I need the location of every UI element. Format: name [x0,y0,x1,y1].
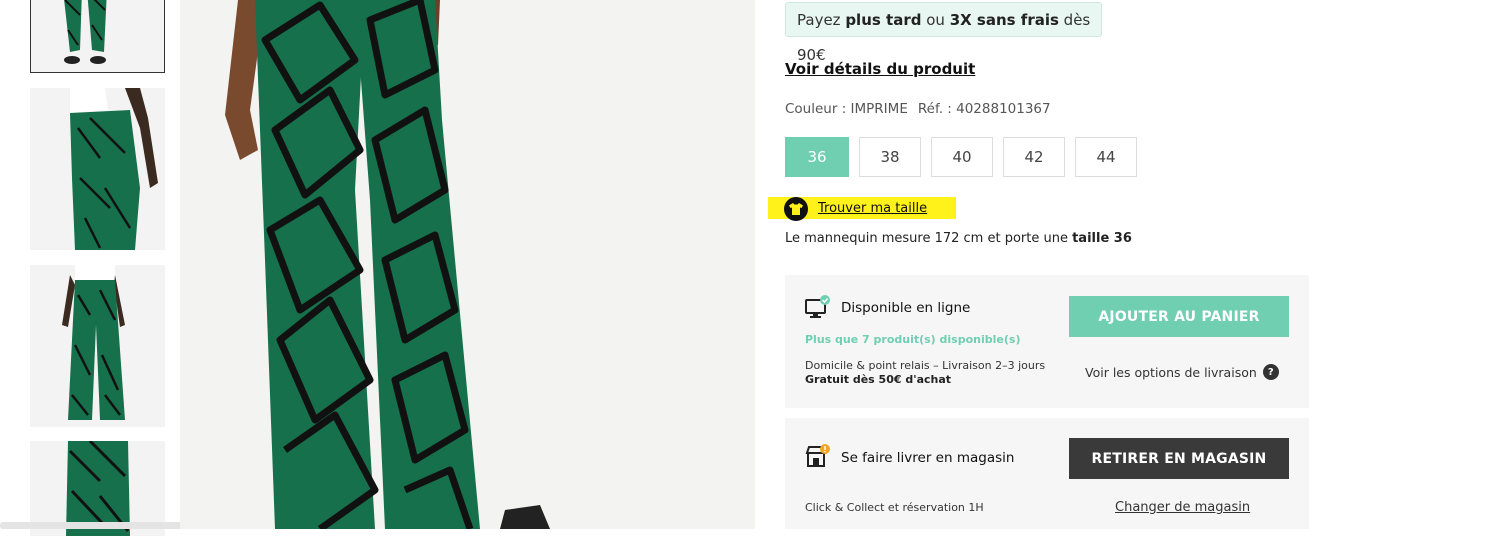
size-option[interactable]: 42 [1003,137,1065,177]
pants-thumbnail-image [30,88,165,250]
pay-later-banner: Payez plus tard ou 3X sans frais dès 90€ [785,2,1102,64]
delivery-options-label: Voir les options de livraison [1085,364,1257,380]
delivery-options-link[interactable]: Voir les options de livraison ? [1085,364,1279,380]
click-collect-info: Click & Collect et réservation 1H [805,501,984,514]
main-product-image[interactable] [180,0,755,529]
online-availability-title: Disponible en ligne [841,300,971,316]
pants-thumbnail-image [30,0,165,73]
store-icon [805,444,831,474]
pay-later-bold2: 3X sans frais [949,11,1059,29]
computer-check-icon [805,295,831,323]
size-option[interactable]: 38 [859,137,921,177]
delivery-line: Domicile & point relais – Livraison 2–3 … [805,359,1046,372]
thumbnail-side[interactable] [30,88,165,250]
find-my-size-link[interactable]: Trouver ma taille [768,197,956,221]
size-option[interactable]: 36 [785,137,849,177]
product-reference-line: Couleur : IMPRIME Réf. : 40288101367 [785,101,1051,117]
color-label: Couleur : IMPRIME [785,101,908,117]
add-to-cart-button[interactable]: AJOUTER AU PANIER [1069,296,1289,337]
free-shipping-line: Gratuit dès 50€ d'achat [805,373,952,386]
pay-later-text-mid: ou [921,11,950,29]
change-store-link[interactable]: Changer de magasin [1115,500,1250,515]
reference-label: Réf. : 40288101367 [917,101,1051,117]
pay-later-text: Payez [797,11,846,29]
store-pickup-title: Se faire livrer en magasin [841,450,1015,466]
pickup-in-store-button[interactable]: RETIRER EN MAGASIN [1069,438,1289,479]
thumbnail-back[interactable] [30,265,165,427]
delivery-info: Domicile & point relais – Livraison 2–3 … [805,359,1045,387]
pay-later-bold1: plus tard [845,11,922,29]
help-icon: ? [1262,364,1279,380]
thumbnail-front[interactable] [30,0,165,73]
pants-thumbnail-image [30,265,165,427]
model-info-text: Le mannequin mesure 172 cm et porte une [785,231,1073,246]
online-availability-panel: Disponible en ligne Plus que 7 produit(s… [785,275,1309,408]
store-pickup-panel: Se faire livrer en magasin RETIRER EN MA… [785,418,1309,529]
tshirt-icon [784,197,808,221]
model-photo [180,0,755,529]
model-info: Le mannequin mesure 172 cm et porte une … [785,231,1132,246]
size-option[interactable]: 40 [931,137,993,177]
product-details-link[interactable]: Voir détails du produit [785,60,975,78]
find-my-size-label: Trouver ma taille [818,200,928,216]
size-selector: 36 38 40 42 44 [785,137,1137,177]
model-info-size: taille 36 [1072,231,1132,246]
stock-status: Plus que 7 produit(s) disponible(s) [805,333,1021,346]
size-option[interactable]: 44 [1075,137,1137,177]
